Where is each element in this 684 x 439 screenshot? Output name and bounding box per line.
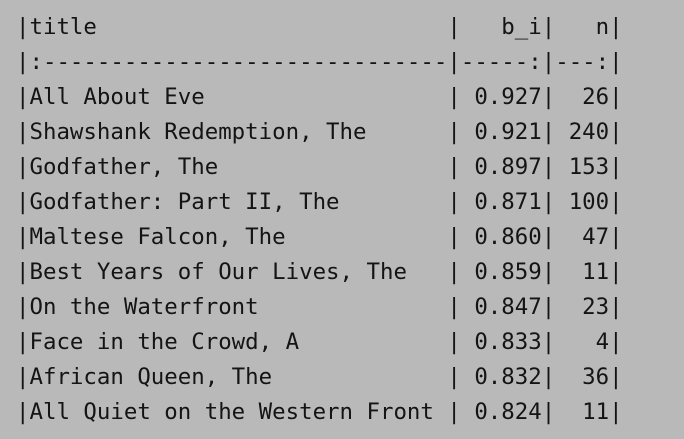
table-separator-row: |:------------------------------|-----:|… [16,49,623,75]
table-row: |On the Waterfront | 0.847| 23| [16,294,623,320]
table-row: |Best Years of Our Lives, The | 0.859| 1… [16,259,623,285]
table-row: |Godfather, The | 0.897| 153| [16,154,623,180]
table-row: |Shawshank Redemption, The | 0.921| 240| [16,119,623,145]
table-row: |All About Eve | 0.927| 26| [16,84,623,110]
table-header-row: |title | b_i| n| [16,14,623,40]
table-row: |Maltese Falcon, The | 0.860| 47| [16,224,623,250]
table-row: |All Quiet on the Western Front | 0.824|… [16,399,623,425]
terminal-output: |title | b_i| n| |:---------------------… [0,0,684,439]
table-row: |Godfather: Part II, The | 0.871| 100| [16,189,623,215]
table-row: |African Queen, The | 0.832| 36| [16,364,623,390]
table-row: |Face in the Crowd, A | 0.833| 4| [16,329,623,355]
